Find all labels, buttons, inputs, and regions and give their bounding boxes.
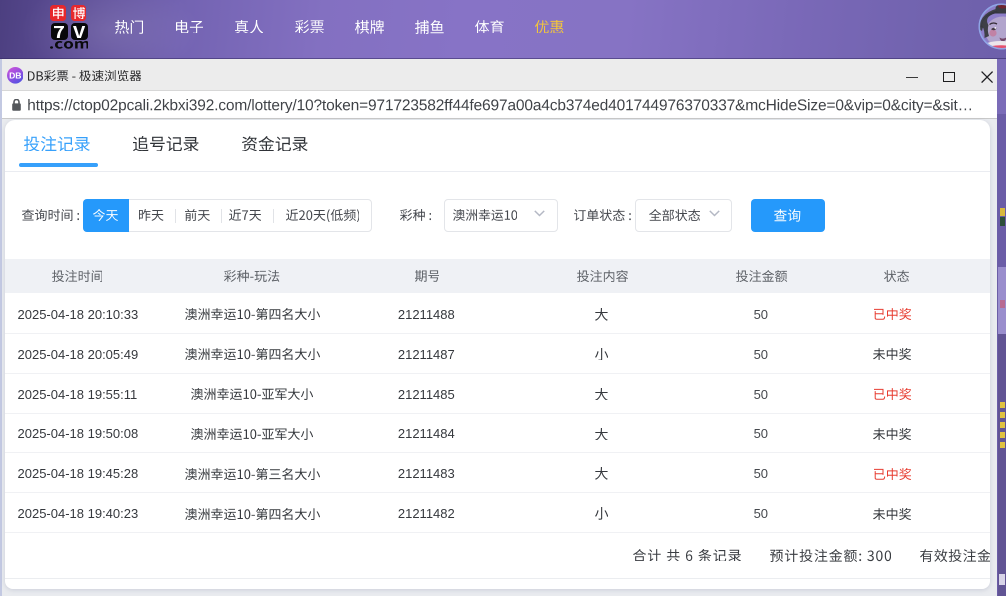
- svg-text:DB: DB: [9, 70, 21, 80]
